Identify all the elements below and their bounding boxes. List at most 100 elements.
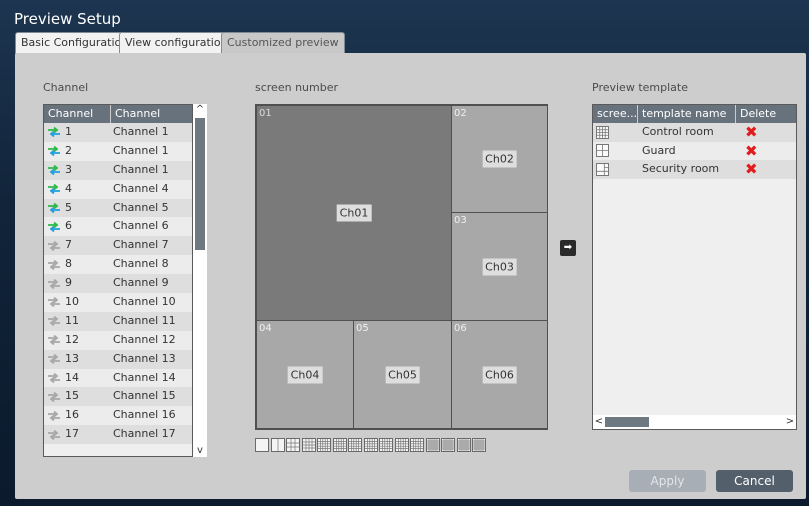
channel-row[interactable]: 5 Channel 5 bbox=[44, 198, 192, 218]
channel-number: 2 bbox=[65, 143, 72, 157]
channel-row[interactable]: 16 Channel 16 bbox=[44, 406, 192, 426]
channel-row[interactable]: 6 Channel 6 bbox=[44, 217, 192, 237]
layout-option-icon[interactable] bbox=[332, 438, 347, 452]
channel-name: Channel 13 bbox=[113, 351, 176, 365]
layout-option-icon[interactable] bbox=[456, 438, 471, 452]
channel-number-cell: 15 bbox=[44, 387, 111, 406]
channel-row[interactable]: 15 Channel 15 bbox=[44, 387, 192, 407]
channel-name: Channel 17 bbox=[113, 427, 176, 441]
channel-number: 15 bbox=[65, 389, 79, 403]
column-header-channel-name[interactable]: Channel bbox=[111, 105, 192, 123]
channel-row[interactable]: 9 Channel 9 bbox=[44, 274, 192, 294]
customized-preview-panel: Channel screen number Preview template C… bbox=[15, 53, 806, 499]
layout-option-icon[interactable] bbox=[363, 438, 378, 452]
layout-option-icon[interactable] bbox=[255, 438, 269, 452]
column-header-delete[interactable]: Delete bbox=[736, 105, 796, 123]
layout-option-icon[interactable] bbox=[379, 438, 393, 452]
channel-section-label: Channel bbox=[43, 81, 89, 94]
screen-channel-label: Ch04 bbox=[287, 366, 323, 383]
tab-basic-configuration[interactable]: Basic Configuration bbox=[15, 32, 135, 54]
screen-channel-label: Ch06 bbox=[482, 366, 517, 383]
channel-number-cell: 4 bbox=[44, 180, 111, 199]
quad-layout-icon bbox=[596, 144, 609, 158]
channel-number-cell: 1 bbox=[44, 123, 111, 142]
horizontal-scrollbar-thumb[interactable] bbox=[605, 417, 649, 427]
layout-option-icon[interactable] bbox=[425, 438, 440, 452]
layout-option-icon[interactable] bbox=[472, 438, 486, 452]
delete-icon[interactable]: ✖ bbox=[736, 160, 796, 179]
screen-cell-05[interactable]: 05 Ch05 bbox=[353, 320, 452, 429]
layout-option-icon[interactable] bbox=[301, 438, 316, 452]
channel-number-cell: 7 bbox=[44, 236, 111, 255]
channel-row[interactable]: 7 Channel 7 bbox=[44, 236, 192, 256]
delete-icon[interactable]: ✖ bbox=[736, 142, 796, 161]
channel-row[interactable]: 14 Channel 14 bbox=[44, 368, 192, 388]
tab-view-configuration[interactable]: View configuration bbox=[119, 32, 234, 54]
layout-option-icon[interactable] bbox=[270, 438, 285, 452]
channel-row[interactable]: 2 Channel 1 bbox=[44, 141, 192, 161]
channel-list-scrollbar[interactable]: ^ v bbox=[193, 104, 207, 457]
template-row[interactable]: Guard ✖ bbox=[593, 141, 796, 161]
template-table-horizontal-scrollbar[interactable]: < > bbox=[593, 415, 796, 429]
screen-cell-02[interactable]: 02 Ch02 bbox=[451, 105, 548, 213]
layout-selector bbox=[255, 438, 486, 452]
column-header-screen[interactable]: scree... bbox=[593, 105, 638, 123]
channel-row[interactable]: 11 Channel 11 bbox=[44, 311, 192, 331]
scroll-left-icon[interactable]: < bbox=[593, 415, 605, 429]
delete-icon[interactable]: ✖ bbox=[736, 123, 796, 142]
apply-button[interactable]: Apply bbox=[629, 470, 706, 492]
apply-template-arrow-button[interactable]: ➡ bbox=[560, 240, 576, 256]
channel-number: 4 bbox=[65, 181, 72, 195]
channel-name: Channel 11 bbox=[113, 313, 176, 327]
channel-number: 7 bbox=[65, 238, 72, 252]
channel-number: 14 bbox=[65, 370, 79, 384]
screen-number: 02 bbox=[454, 108, 467, 119]
scroll-right-icon[interactable]: > bbox=[784, 415, 796, 429]
column-header-channel-number[interactable]: Channel bbox=[44, 105, 111, 123]
channel-number-cell: 13 bbox=[44, 350, 111, 369]
screen-cell-01[interactable]: 01 Ch01 bbox=[256, 105, 452, 321]
channel-number-cell: 5 bbox=[44, 199, 111, 218]
template-screen-cell bbox=[593, 142, 638, 161]
screen-cell-06[interactable]: 06 Ch06 bbox=[451, 320, 548, 429]
layout-option-icon[interactable] bbox=[410, 438, 424, 452]
column-header-template-name[interactable]: template name bbox=[638, 105, 736, 123]
scroll-down-icon[interactable]: v bbox=[193, 445, 207, 457]
screen-channel-label: Ch02 bbox=[482, 150, 517, 168]
channel-row[interactable]: 3 Channel 1 bbox=[44, 160, 192, 180]
channel-row[interactable]: 1 Channel 1 bbox=[44, 123, 192, 142]
channel-row[interactable]: 13 Channel 13 bbox=[44, 349, 192, 369]
channel-number-cell: 12 bbox=[44, 331, 111, 350]
cancel-button[interactable]: Cancel bbox=[716, 470, 793, 492]
channel-name: Channel 1 bbox=[113, 162, 169, 176]
channel-number: 1 bbox=[65, 125, 72, 138]
template-row[interactable]: Security room ✖ bbox=[593, 160, 796, 179]
channel-row[interactable]: 8 Channel 8 bbox=[44, 255, 192, 275]
preview-setup-window: Preview Setup Basic Configuration View c… bbox=[0, 0, 809, 506]
layout-option-icon[interactable] bbox=[317, 438, 331, 452]
layout-option-icon[interactable] bbox=[286, 438, 300, 452]
channel-name: Channel 1 bbox=[113, 125, 169, 138]
channel-number: 8 bbox=[65, 257, 72, 271]
channel-row[interactable]: 4 Channel 4 bbox=[44, 179, 192, 199]
channel-offline-arrows-icon bbox=[47, 259, 61, 270]
scrollbar-thumb[interactable] bbox=[195, 118, 205, 250]
channel-number: 11 bbox=[65, 313, 79, 327]
channel-online-arrows-icon bbox=[47, 184, 61, 195]
channel-row[interactable]: 17 Channel 17 bbox=[44, 425, 192, 445]
channel-number-cell: 14 bbox=[44, 369, 111, 388]
screen-channel-label: Ch03 bbox=[482, 258, 517, 275]
scroll-up-icon[interactable]: ^ bbox=[193, 104, 207, 116]
layout-option-icon[interactable] bbox=[441, 438, 455, 452]
channel-offline-arrows-icon bbox=[47, 297, 61, 308]
tab-customized-preview[interactable]: Customized preview bbox=[221, 32, 345, 54]
screen-cell-03[interactable]: 03 Ch03 bbox=[451, 212, 548, 321]
layout-option-icon[interactable] bbox=[394, 438, 409, 452]
channel-row[interactable]: 10 Channel 10 bbox=[44, 293, 192, 312]
channel-offline-arrows-icon bbox=[47, 429, 61, 440]
channel-number-cell: 8 bbox=[44, 255, 111, 274]
layout-option-icon[interactable] bbox=[348, 438, 362, 452]
template-row[interactable]: Control room ✖ bbox=[593, 123, 796, 142]
screen-cell-04[interactable]: 04 Ch04 bbox=[256, 320, 354, 429]
channel-row[interactable]: 12 Channel 12 bbox=[44, 330, 192, 350]
